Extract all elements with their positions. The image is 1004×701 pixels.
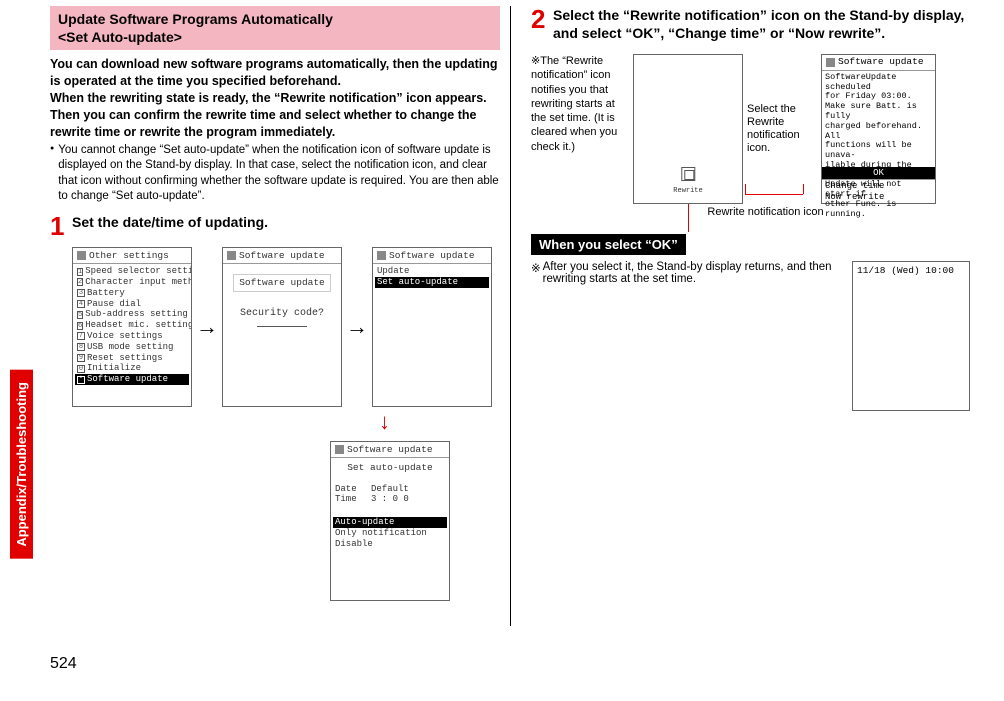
step-2-text: Select the “Rewrite notification” icon o… [553, 6, 970, 42]
bullet-text: You cannot change “Set auto-update” when… [58, 143, 500, 205]
step-1: 1 Set the date/time of updating. [50, 213, 500, 239]
phone-screen-update-menu: Software update Update Set auto-update [372, 247, 492, 407]
screen4-header: Software update [347, 444, 433, 455]
arrow-right-icon: → [346, 314, 368, 340]
phone-screen-set-auto-update: Software update Set auto-update DateDefa… [330, 441, 450, 601]
wrench-icon [227, 251, 236, 260]
step-2: 2 Select the “Rewrite notification” icon… [531, 6, 970, 42]
title-line-1: Update Software Programs Automatically [58, 10, 492, 28]
subsection-when-ok: When you select “OK” [531, 234, 686, 255]
wrench-icon [377, 251, 386, 260]
bullet-dot-icon: ● [50, 143, 54, 205]
phone-screen-other-settings: Other settings 1Speed selector setting 2… [72, 247, 192, 407]
phone-screen-security-code: Software update Software update Security… [222, 247, 342, 407]
section-title: Update Software Programs Automatically <… [50, 6, 500, 50]
step-1-text: Set the date/time of updating. [72, 213, 500, 239]
screen1-header: Other settings [89, 250, 169, 261]
wrench-icon [826, 58, 835, 67]
arrow-down-icon: ↓ [379, 409, 390, 434]
after-ok-text: After you select it, the Stand-by displa… [543, 261, 852, 285]
intro-text: You can download new software programs a… [50, 56, 500, 140]
screen2-header: Software update [239, 250, 325, 261]
bullet-note: ● You cannot change “Set auto-update” wh… [50, 143, 500, 205]
ok-option: OK [822, 167, 935, 179]
section-tab: Appendix/Troubleshooting [10, 370, 33, 559]
note-rewrite-icon: ※The “Rewrite notification” icon notifie… [531, 54, 627, 204]
page-number: 524 [50, 655, 77, 673]
rewrite-notification-icon: Rewrite [673, 167, 702, 197]
callout-select-icon: Select the Rewrite notification icon. [747, 103, 817, 156]
step-1-number: 1 [50, 213, 72, 239]
wrench-icon [335, 445, 344, 454]
arrow-right-icon: → [196, 314, 218, 340]
title-line-2: <Set Auto-update> [58, 28, 492, 46]
caption-rewrite-icon: Rewrite notification icon [531, 206, 970, 218]
phone-screen-standby: Rewrite [633, 54, 743, 204]
screen3-header: Software update [389, 250, 475, 261]
phone-screen-clock: 11/18 (Wed) 10:00 [852, 261, 970, 411]
input-underline [257, 326, 307, 327]
wrench-icon [77, 251, 86, 260]
note-mark: ※ [531, 261, 541, 275]
phone-screen-software-update-msg: Software update SoftwareUpdate scheduled… [821, 54, 936, 204]
step-2-number: 2 [531, 6, 553, 42]
